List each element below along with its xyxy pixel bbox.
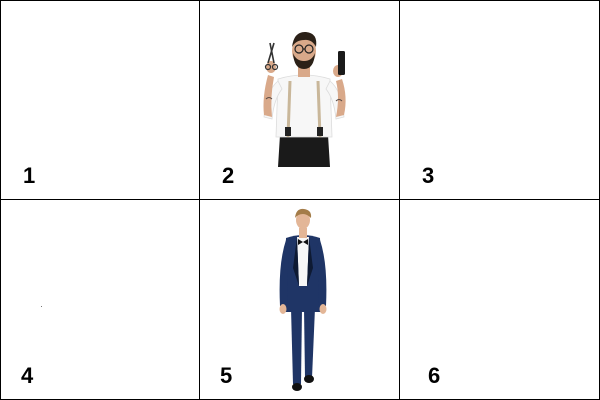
cell-number-label: 1: [23, 163, 36, 188]
cell-number-label: 4: [21, 363, 34, 388]
tuxedo-man-illustration: [279, 208, 327, 391]
grid-cell-5[interactable]: 5: [200, 200, 400, 399]
cell-number-label: 5: [220, 363, 233, 388]
grid-cell-2[interactable]: 2: [200, 1, 400, 200]
grid-cell-1[interactable]: 1: [1, 1, 200, 200]
grid-cell-6[interactable]: 6: [400, 200, 599, 399]
cell-number-label: 6: [428, 363, 441, 388]
grid-cell-4[interactable]: 4: [1, 200, 200, 399]
image-grid: 1 2 3 4 5 6: [0, 0, 600, 400]
grid-cell-3[interactable]: 3: [400, 1, 599, 200]
cell-number-label: 2: [222, 163, 235, 188]
image-speck: [41, 306, 42, 307]
tuxedo-man-photo: [274, 208, 332, 394]
cell-number-label: 3: [422, 163, 435, 188]
barber-illustration: [263, 31, 346, 167]
barber-photo: [258, 27, 350, 169]
